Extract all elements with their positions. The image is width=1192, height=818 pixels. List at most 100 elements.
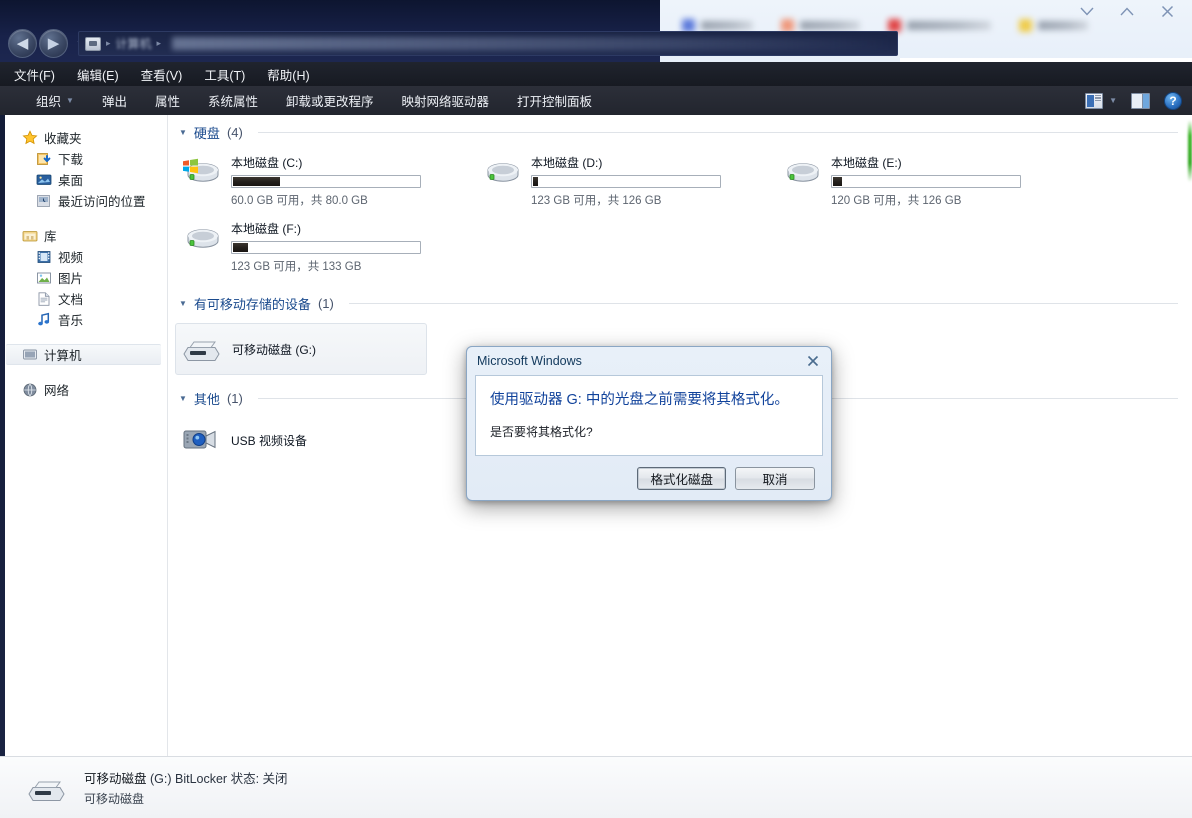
change-view-icon [1085, 92, 1104, 109]
back-icon[interactable]: ◀ [8, 29, 37, 58]
triangle-down-icon[interactable]: ▼ [179, 299, 187, 308]
format-disk-dialog: Microsoft Windows 使用驱动器 G: 中的光盘之前需要将其格式化… [466, 346, 832, 501]
sidebar-item-libraries[interactable]: 库 [0, 225, 167, 246]
breadcrumb-separator: ▸ [156, 38, 162, 48]
group-header-removable-storage[interactable]: ▼ 有可移动存储的设备 (1) [169, 280, 1192, 315]
breadcrumb[interactable]: ▸ 计算机 ▸ [78, 31, 898, 56]
drive-meta: 本地磁盘 (D:) 123 GB 可用，共 126 GB [531, 152, 721, 208]
usb-video-device-icon [183, 430, 216, 449]
recent-places-icon [37, 194, 50, 207]
dialog-message: 使用驱动器 G: 中的光盘之前需要将其格式化。 [490, 392, 789, 408]
desktop-icon [36, 174, 52, 185]
chevron-down-icon: ▼ [66, 96, 74, 105]
status-bar: 可移动磁盘 (G:) BitLocker 状态: 关闭 可移动磁盘 [0, 756, 1192, 818]
command-bar: 组织 ▼ 弹出 属性 系统属性 卸载或更改程序 映射网络驱动器 打开控制面板 ▼… [0, 86, 1192, 115]
menu-item-tools[interactable]: 工具(T) [204, 65, 245, 84]
windows-drive-icon [183, 158, 219, 182]
menu-item-view[interactable]: 查看(V) [141, 65, 183, 84]
triangle-down-icon[interactable]: ▼ [179, 394, 187, 403]
group-divider [257, 132, 1178, 133]
group-count: (1) [317, 296, 334, 311]
sidebar-item-favorites[interactable]: 收藏夹 [0, 127, 167, 148]
drive-meta: 本地磁盘 (C:) 60.0 GB 可用，共 80.0 GB [231, 152, 421, 208]
drive-tile-g[interactable]: 可移动磁盘 (G:) [175, 323, 427, 375]
preview-pane-icon[interactable] [1131, 92, 1150, 109]
library-icon [22, 230, 38, 241]
change-view-button[interactable]: ▼ [1085, 92, 1117, 109]
drive-tile-e[interactable]: 本地磁盘 (E:) 120 GB 可用，共 126 GB [775, 148, 1075, 214]
map-network-drive-button[interactable]: 映射网络驱动器 [388, 90, 504, 112]
uninstall-or-change-program-button[interactable]: 卸载或更改程序 [272, 90, 388, 112]
drive-icon [487, 163, 519, 182]
group-count: (1) [226, 391, 243, 406]
sidebar-label: 文档 [58, 293, 84, 307]
drive-tile-f[interactable]: 本地磁盘 (F:) 123 GB 可用，共 133 GB [175, 214, 475, 280]
drive-name: 可移动磁盘 (G:) [232, 342, 316, 357]
sidebar-label: 库 [44, 230, 57, 244]
drive-meta: 本地磁盘 (E:) 120 GB 可用，共 126 GB [831, 152, 1021, 208]
chevron-down-icon: ▼ [1109, 96, 1117, 105]
close-icon[interactable] [803, 352, 823, 370]
sidebar-item-videos[interactable]: 视频 [0, 246, 167, 267]
group-divider [348, 303, 1178, 304]
sidebar-item-music[interactable]: 音乐 [0, 309, 167, 330]
sidebar-label: 图片 [58, 272, 84, 286]
drive-capacity-text: 123 GB 可用，共 126 GB [531, 195, 662, 207]
sidebar-item-downloads[interactable]: 下载 [0, 148, 167, 169]
system-properties-button[interactable]: 系统属性 [194, 90, 272, 112]
maximize-icon[interactable] [1118, 3, 1136, 19]
pictures-icon [37, 272, 51, 283]
properties-button[interactable]: 属性 [141, 90, 194, 112]
menu-item-edit[interactable]: 编辑(E) [77, 65, 119, 84]
sidebar-label: 下载 [58, 153, 84, 167]
sidebar-item-documents[interactable]: 文档 [0, 288, 167, 309]
sidebar-item-pictures[interactable]: 图片 [0, 267, 167, 288]
drive-icon [187, 229, 219, 248]
breadcrumb-label[interactable]: 计算机 [116, 35, 152, 52]
status-line-1: 可移动磁盘 (G:) BitLocker 状态: 关闭 [84, 768, 288, 787]
network-icon [23, 383, 37, 396]
drive-capacity-text: 60.0 GB 可用，共 80.0 GB [231, 195, 368, 207]
breadcrumb-overflow [172, 37, 891, 50]
explorer-window: ◀ ▶ ▼ ▸ 计算机 ▸ ▾ ↯ 🔍 文件(F) 编辑(E) 查看(V) 工具… [0, 0, 1192, 818]
dialog-body: 使用驱动器 G: 中的光盘之前需要将其格式化。 是否要将其格式化? [475, 375, 823, 456]
sidebar-item-recent-places[interactable]: 最近访问的位置 [0, 190, 167, 211]
status-line-2: 可移动磁盘 [84, 792, 145, 806]
dialog-title: Microsoft Windows [477, 354, 582, 368]
triangle-down-icon[interactable]: ▼ [179, 128, 187, 137]
minimize-icon[interactable] [1078, 3, 1096, 19]
organize-label: 组织 [36, 95, 62, 109]
forward-icon[interactable]: ▶ [39, 29, 68, 58]
menu-item-file[interactable]: 文件(F) [14, 65, 55, 84]
navigation-pane: 收藏夹 下载 桌面 最近访问的位置 库 视频 图片 文档 音乐 计算机 网络 [0, 115, 168, 756]
drive-tile-d[interactable]: 本地磁盘 (D:) 123 GB 可用，共 126 GB [475, 148, 775, 214]
organize-button[interactable]: 组织 ▼ [22, 90, 88, 112]
menu-item-help[interactable]: 帮助(H) [267, 65, 309, 84]
close-icon[interactable] [1158, 3, 1176, 19]
help-icon[interactable]: ? [1164, 91, 1182, 110]
device-name: USB 视频设备 [231, 433, 308, 448]
drive-meta: 本地磁盘 (F:) 123 GB 可用，共 133 GB [231, 218, 421, 274]
removable-drive-icon [183, 341, 220, 361]
drive-name: 本地磁盘 (D:) [531, 156, 603, 170]
drive-tile-c[interactable]: 本地磁盘 (C:) 60.0 GB 可用，共 80.0 GB [175, 148, 475, 214]
capacity-bar [531, 175, 721, 188]
format-disk-button[interactable]: 格式化磁盘 [637, 466, 726, 490]
device-tile-usb-video[interactable]: USB 视频设备 [175, 418, 428, 462]
capacity-bar [831, 175, 1021, 188]
drive-name: 本地磁盘 (F:) [231, 222, 301, 236]
sidebar-item-desktop[interactable]: 桌面 [0, 169, 167, 190]
eject-button[interactable]: 弹出 [88, 90, 141, 112]
sidebar-item-network[interactable]: 网络 [0, 379, 167, 400]
status-drive-name: 可移动磁盘 [84, 772, 147, 786]
drive-name: 本地磁盘 (C:) [231, 156, 303, 170]
menu-bar: 文件(F) 编辑(E) 查看(V) 工具(T) 帮助(H) [0, 62, 1192, 86]
cancel-button[interactable]: 取消 [735, 466, 815, 490]
group-header-hard-disks[interactable]: ▼ 硬盘 (4) [169, 115, 1192, 144]
sidebar-item-computer[interactable]: 计算机 [6, 344, 161, 365]
sidebar-label: 收藏夹 [44, 132, 82, 146]
open-control-panel-button[interactable]: 打开控制面板 [503, 90, 606, 112]
sidebar-label: 音乐 [58, 314, 84, 328]
